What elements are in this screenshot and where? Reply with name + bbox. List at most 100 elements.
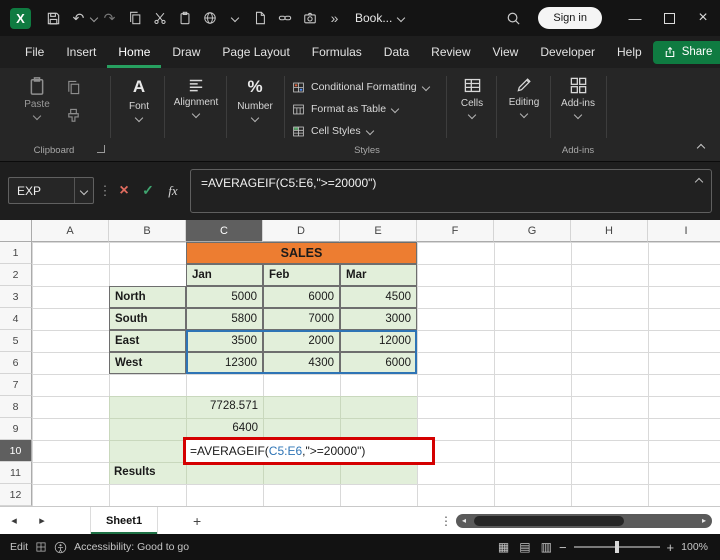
copy-button[interactable] bbox=[66, 80, 81, 95]
column-header-D[interactable]: D bbox=[263, 220, 340, 242]
scroll-right-arrow[interactable]: ▸ bbox=[696, 514, 712, 528]
tab-home[interactable]: Home bbox=[107, 36, 161, 68]
column-header-H[interactable]: H bbox=[571, 220, 648, 242]
undo-button[interactable]: ↶ bbox=[66, 4, 91, 32]
format-painter-button[interactable] bbox=[66, 108, 81, 123]
clipboard-dialog-launcher[interactable] bbox=[97, 145, 105, 153]
page-layout-view-icon[interactable]: ▤ bbox=[519, 540, 530, 554]
zoom-slider-thumb[interactable] bbox=[615, 541, 619, 553]
tab-help[interactable]: Help bbox=[606, 36, 653, 68]
paste-button[interactable]: Paste bbox=[14, 76, 60, 119]
cell-jan[interactable]: Jan bbox=[186, 264, 263, 286]
accessibility-status[interactable]: Accessibility: Good to go bbox=[74, 541, 189, 553]
column-header-C[interactable]: C bbox=[186, 220, 263, 242]
cell-second-result[interactable]: 6400 bbox=[186, 418, 263, 440]
scroll-left-arrow[interactable]: ◂ bbox=[456, 514, 472, 528]
column-header-I[interactable]: I bbox=[648, 220, 720, 242]
cancel-entry-button[interactable]: × bbox=[113, 177, 135, 204]
tab-page-layout[interactable]: Page Layout bbox=[211, 36, 300, 68]
page-break-view-icon[interactable]: ▥ bbox=[541, 540, 552, 554]
zoom-level[interactable]: 100% bbox=[681, 541, 708, 553]
row-header-10[interactable]: 10 bbox=[0, 440, 32, 462]
cell-south[interactable]: South bbox=[109, 308, 186, 330]
camera-icon[interactable] bbox=[297, 4, 322, 32]
column-header-E[interactable]: E bbox=[340, 220, 417, 242]
row-header-8[interactable]: 8 bbox=[0, 396, 32, 418]
cell-C5[interactable]: 3500 bbox=[186, 330, 263, 352]
number-group-button[interactable]: % Number bbox=[230, 76, 280, 121]
cell-C3[interactable]: 5000 bbox=[186, 286, 263, 308]
cell-mar[interactable]: Mar bbox=[340, 264, 417, 286]
row-header-2[interactable]: 2 bbox=[0, 264, 32, 286]
sheet-tab-sheet1[interactable]: Sheet1 bbox=[90, 507, 158, 534]
more-commands-icon[interactable]: » bbox=[322, 4, 347, 32]
name-box[interactable]: EXP bbox=[8, 177, 94, 204]
tab-review[interactable]: Review bbox=[420, 36, 481, 68]
insert-function-button[interactable]: fx bbox=[161, 177, 185, 204]
web-globe-icon[interactable] bbox=[197, 4, 222, 32]
select-all-corner[interactable] bbox=[0, 220, 32, 242]
link-icon[interactable] bbox=[272, 4, 297, 32]
cell-D4[interactable]: 7000 bbox=[263, 308, 340, 330]
tab-developer[interactable]: Developer bbox=[529, 36, 606, 68]
tab-data[interactable]: Data bbox=[373, 36, 420, 68]
tab-file[interactable]: File bbox=[14, 36, 55, 68]
row-header-12[interactable]: 12 bbox=[0, 484, 32, 506]
row-header-7[interactable]: 7 bbox=[0, 374, 32, 396]
cell-C4[interactable]: 5800 bbox=[186, 308, 263, 330]
row-header-5[interactable]: 5 bbox=[0, 330, 32, 352]
copy-pages-icon[interactable] bbox=[122, 4, 147, 32]
tab-formulas[interactable]: Formulas bbox=[301, 36, 373, 68]
collapse-ribbon-chevron-icon[interactable] bbox=[697, 144, 705, 152]
cells-group-button[interactable]: Cells bbox=[450, 76, 494, 118]
search-icon[interactable] bbox=[501, 4, 526, 32]
save-icon[interactable] bbox=[41, 4, 66, 32]
cell-north[interactable]: North bbox=[109, 286, 186, 308]
cell-avg-result[interactable]: 7728.571 bbox=[186, 396, 263, 418]
horizontal-scrollbar-thumb[interactable] bbox=[474, 516, 624, 526]
zoom-out-button[interactable]: − bbox=[559, 540, 567, 555]
row-header-11[interactable]: 11 bbox=[0, 462, 32, 484]
tab-insert[interactable]: Insert bbox=[55, 36, 107, 68]
cell-E6[interactable]: 6000 bbox=[340, 352, 417, 374]
row-header-6[interactable]: 6 bbox=[0, 352, 32, 374]
cell-west[interactable]: West bbox=[109, 352, 186, 374]
zoom-slider[interactable] bbox=[574, 546, 660, 548]
cell-D5[interactable]: 2000 bbox=[263, 330, 340, 352]
excel-app-icon[interactable]: X bbox=[10, 8, 31, 29]
redo-button[interactable]: ↷ bbox=[97, 4, 122, 32]
next-sheet-arrow[interactable]: ▸ bbox=[28, 514, 56, 527]
cell-east[interactable]: East bbox=[109, 330, 186, 352]
prev-sheet-arrow[interactable]: ◂ bbox=[0, 514, 28, 527]
sign-in-button[interactable]: Sign in bbox=[538, 7, 602, 29]
horizontal-scrollbar[interactable]: ◂ ▸ bbox=[456, 514, 712, 528]
tab-bar-menu-icon[interactable]: ⋮ bbox=[436, 514, 456, 528]
cell-sales-title[interactable]: SALES bbox=[186, 242, 417, 264]
cell-C10-formula-edit[interactable]: =AVERAGEIF(C5:E6,">=20000") bbox=[186, 440, 433, 463]
cell-D6[interactable]: 4300 bbox=[263, 352, 340, 374]
cell-E5[interactable]: 12000 bbox=[340, 330, 417, 352]
format-as-table-button[interactable]: Format as Table bbox=[292, 101, 398, 117]
share-button[interactable]: Share bbox=[653, 41, 720, 64]
minimize-button[interactable]: — bbox=[618, 0, 652, 36]
row-header-3[interactable]: 3 bbox=[0, 286, 32, 308]
document-icon[interactable] bbox=[247, 4, 272, 32]
document-title[interactable]: Book... bbox=[355, 11, 404, 25]
enter-entry-button[interactable]: ✓ bbox=[137, 177, 159, 204]
row-header-9[interactable]: 9 bbox=[0, 418, 32, 440]
column-header-F[interactable]: F bbox=[417, 220, 494, 242]
clipboard-icon[interactable] bbox=[172, 4, 197, 32]
new-sheet-button[interactable]: + bbox=[182, 513, 212, 529]
zoom-in-button[interactable]: + bbox=[667, 540, 675, 555]
column-header-B[interactable]: B bbox=[109, 220, 186, 242]
cell-E3[interactable]: 4500 bbox=[340, 286, 417, 308]
cell-results-label[interactable]: Results bbox=[109, 462, 186, 484]
maximize-button[interactable] bbox=[652, 0, 686, 36]
tab-draw[interactable]: Draw bbox=[161, 36, 211, 68]
row-header-1[interactable]: 1 bbox=[0, 242, 32, 264]
chevron-down-icon[interactable] bbox=[222, 4, 247, 32]
macro-record-icon[interactable] bbox=[35, 541, 47, 553]
cut-scissors-icon[interactable] bbox=[147, 4, 172, 32]
cell-E4[interactable]: 3000 bbox=[340, 308, 417, 330]
add-ins-button[interactable]: Add-ins bbox=[554, 76, 602, 118]
